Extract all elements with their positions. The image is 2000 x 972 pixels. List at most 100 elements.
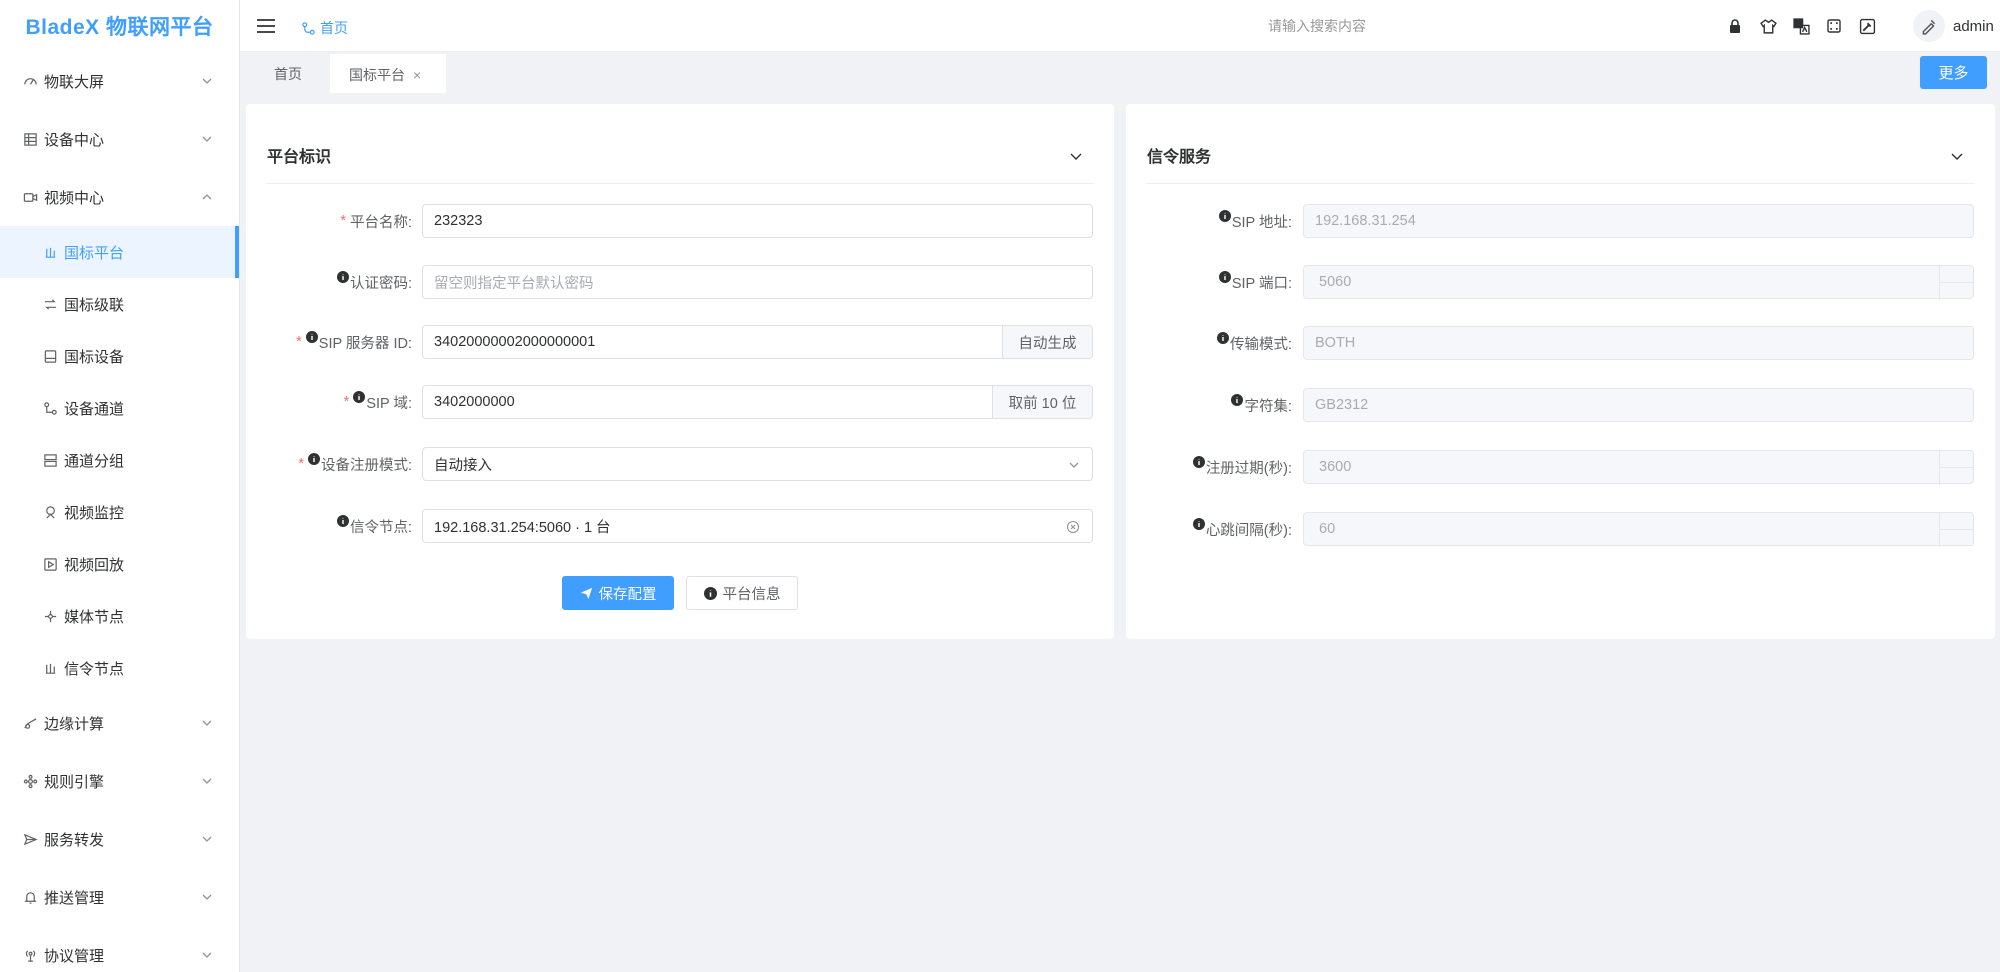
expire-label: 注册过期(秒): xyxy=(1126,450,1292,484)
sidebar-group-video[interactable]: 视频中心 xyxy=(0,168,239,226)
sidebar-item-label: 通道分组 xyxy=(64,452,125,470)
required-mark: * xyxy=(298,456,304,472)
chevron-down-icon[interactable] xyxy=(1950,149,1964,163)
auto-generate-button[interactable]: 自动生成 xyxy=(1002,325,1093,359)
theme-shirt-icon[interactable] xyxy=(1759,17,1777,35)
info-icon xyxy=(353,391,366,403)
form-row-name: * 平台名称: 232323 xyxy=(246,204,1114,238)
sidebar-item-media-node[interactable]: 媒体节点 xyxy=(0,590,239,642)
sidebar-group-protocol[interactable]: 协议管理 xyxy=(0,926,239,972)
sidebar-group-dashboard[interactable]: 物联大屏 xyxy=(0,52,239,110)
button-label: 保存配置 xyxy=(598,586,657,603)
sip-address-input[interactable]: 192.168.31.254 xyxy=(1303,204,1974,238)
number-stepper[interactable] xyxy=(1939,266,1974,300)
required-mark: * xyxy=(340,213,346,229)
platform-panel: 平台标识 * 平台名称: 232323 认证密码: 留空则指定平台默认密码 * SI… xyxy=(246,104,1114,639)
sip-id-label: * SIP 服务器 ID: xyxy=(246,325,412,359)
required-mark: * xyxy=(343,394,350,410)
group-icon xyxy=(42,452,58,468)
sidebar-item-label: 国标平台 xyxy=(64,244,125,262)
register-expire-input[interactable]: 3600 xyxy=(1303,450,1974,485)
label-text: 信令节点: xyxy=(349,519,412,536)
sidebar-item-video-playback[interactable]: 视频回放 xyxy=(0,538,239,590)
form-row-sip-port: SIP 端口: 5060 xyxy=(1126,265,1995,300)
form-row-register-mode: * 设备注册模式: 自动接入 xyxy=(246,447,1114,481)
signal-panel: 信令服务 SIP 地址: 192.168.31.254 SIP 端口: 5060… xyxy=(1126,104,1995,639)
clear-cache-icon[interactable] xyxy=(1858,17,1876,35)
sidebar-item-gb-cascade[interactable]: 国标级联 xyxy=(0,278,239,330)
sidebar-group-push[interactable]: 推送管理 xyxy=(0,868,239,926)
heartbeat-interval-input[interactable]: 60 xyxy=(1303,512,1974,547)
info-icon xyxy=(1218,210,1231,222)
charset-input[interactable]: GB2312 xyxy=(1303,388,1974,422)
password-input[interactable]: 留空则指定平台默认密码 xyxy=(422,265,1093,299)
sidebar-group-forward[interactable]: 服务转发 xyxy=(0,810,239,868)
clear-circle-icon[interactable] xyxy=(1066,520,1080,534)
info-icon xyxy=(703,586,717,600)
sidebar-item-gb-platform[interactable]: 国标平台 xyxy=(0,226,239,278)
device-box-icon xyxy=(42,348,58,364)
chevron-down-icon xyxy=(1069,462,1079,468)
sip-server-id-input[interactable]: 34020000002000000001 xyxy=(422,325,1003,359)
fullscreen-icon[interactable] xyxy=(1825,17,1843,35)
translate-icon[interactable] xyxy=(1792,17,1810,35)
tab-home[interactable]: 首页 xyxy=(274,54,302,93)
sidebar-group-label: 推送管理 xyxy=(44,889,105,907)
chevron-down-icon[interactable] xyxy=(1069,149,1083,163)
sidebar-item-label: 视频回放 xyxy=(64,556,125,574)
label-text: 平台名称: xyxy=(349,214,412,231)
sidebar-item-device-channel[interactable]: 设备通道 xyxy=(0,382,239,434)
app-logo[interactable]: BladeX 物联网平台 xyxy=(0,0,239,52)
signal-node-select[interactable]: 192.168.31.254:5060 · 1 台 xyxy=(422,509,1093,543)
signal-panel-header[interactable]: 信令服务 xyxy=(1147,134,1974,184)
header-toolbar xyxy=(1726,17,1876,35)
sidebar-item-video-monitor[interactable]: 视频监控 xyxy=(0,486,239,538)
sidebar-group-rule[interactable]: 规则引擎 xyxy=(0,752,239,810)
label-text: 字符集: xyxy=(1244,398,1292,415)
save-config-button[interactable]: 保存配置 xyxy=(562,576,674,610)
lock-icon[interactable] xyxy=(1726,17,1744,35)
charset-label: 字符集: xyxy=(1126,388,1292,422)
breadcrumb[interactable]: 首页 xyxy=(302,18,348,38)
info-icon xyxy=(1216,332,1229,344)
label-text: 传输模式: xyxy=(1229,336,1292,353)
sidebar-item-label: 信令节点 xyxy=(64,660,125,678)
dashboard-icon xyxy=(22,73,38,89)
sip-port-input[interactable]: 5060 xyxy=(1303,265,1974,300)
sidebar-item-gb-device[interactable]: 国标设备 xyxy=(0,330,239,382)
sip-domain-input[interactable]: 3402000000 xyxy=(422,385,993,419)
register-mode-select[interactable]: 自动接入 xyxy=(422,447,1093,481)
info-icon xyxy=(336,515,349,527)
rule-icon xyxy=(22,773,38,789)
username: admin xyxy=(1953,17,1994,35)
form-row-charset: 字符集: GB2312 xyxy=(1126,388,1995,422)
tab-gb-platform[interactable]: 国标平台 × xyxy=(330,54,446,93)
platform-panel-header[interactable]: 平台标识 xyxy=(267,134,1093,184)
form-row-heartbeat: 心跳间隔(秒): 60 xyxy=(1126,512,1995,547)
platform-info-button[interactable]: 平台信息 xyxy=(686,576,798,610)
sidebar-group-label: 规则引擎 xyxy=(44,773,105,791)
sip-port-label: SIP 端口: xyxy=(1126,265,1292,299)
home-route-icon xyxy=(302,21,315,35)
platform-name-input[interactable]: 232323 xyxy=(422,204,1093,238)
take-first-10-button[interactable]: 取前 10 位 xyxy=(992,385,1093,419)
number-stepper[interactable] xyxy=(1939,451,1974,485)
hamburger-icon[interactable] xyxy=(256,16,276,36)
sidebar: BladeX 物联网平台 物联大屏 设备中心 视频中心 国标平台 国标级联 国标… xyxy=(0,0,240,972)
sidebar-item-signal-node[interactable]: 信令节点 xyxy=(0,642,239,694)
sidebar-group-edge[interactable]: 边缘计算 xyxy=(0,694,239,752)
search-input[interactable]: 请输入搜索内容 xyxy=(1268,16,1366,36)
number-stepper[interactable] xyxy=(1939,513,1974,547)
info-icon xyxy=(307,453,320,465)
platform-icon xyxy=(42,244,58,260)
close-icon[interactable]: × xyxy=(413,67,421,83)
sidebar-item-channel-group[interactable]: 通道分组 xyxy=(0,434,239,486)
sidebar-item-label: 国标设备 xyxy=(64,348,125,366)
user-menu[interactable]: admin xyxy=(1913,10,1994,42)
sidebar-group-device[interactable]: 设备中心 xyxy=(0,110,239,168)
avatar xyxy=(1913,10,1945,42)
label-text: 认证密码: xyxy=(349,275,412,292)
input-value: 5060 xyxy=(1319,274,1352,290)
more-button[interactable]: 更多 xyxy=(1920,56,1987,89)
transport-mode-input[interactable]: BOTH xyxy=(1303,326,1974,360)
